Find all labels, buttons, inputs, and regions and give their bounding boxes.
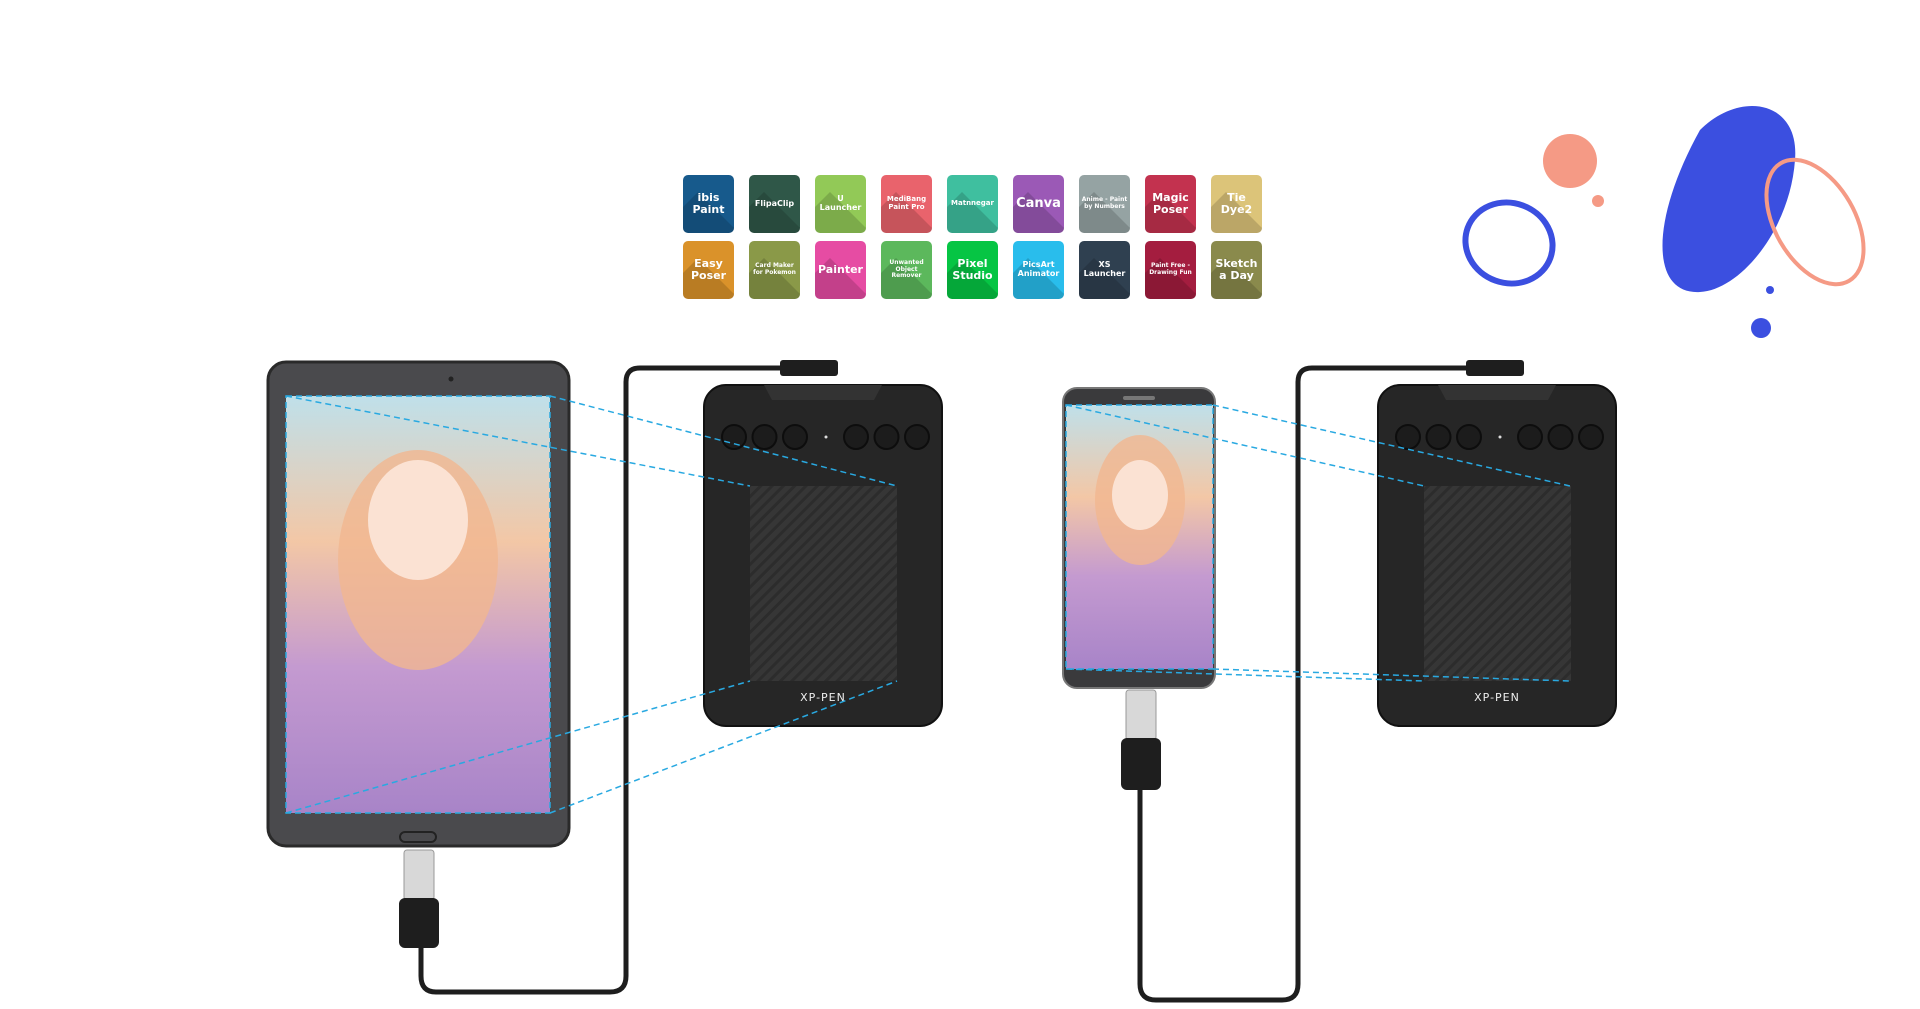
brand-logo: XP-PEN bbox=[1474, 691, 1520, 704]
app-icon-label: Canva bbox=[1016, 195, 1061, 211]
active-area bbox=[750, 486, 897, 681]
express-key bbox=[1517, 424, 1543, 450]
app-icon-label: PicsArt Animator bbox=[1017, 260, 1060, 278]
app-icon-label: Tie Dye2 bbox=[1220, 190, 1253, 216]
app-icon-label: ibis Paint bbox=[692, 190, 725, 216]
app-icon-label: Card Maker for Pokemon bbox=[753, 262, 796, 276]
app-icon-label: Matnnegar bbox=[951, 199, 994, 208]
express-key bbox=[1425, 424, 1452, 450]
app-icon-label: Painter bbox=[818, 262, 863, 276]
usb-otg-adapter-right bbox=[1121, 689, 1161, 790]
express-key bbox=[782, 424, 808, 450]
app-icon-label: Pixel Studio bbox=[952, 256, 993, 282]
express-key bbox=[873, 424, 900, 450]
decorative-blobs bbox=[1462, 106, 1866, 338]
express-key bbox=[721, 424, 747, 450]
pen-tablet-right: XP-PEN bbox=[1377, 384, 1617, 727]
active-area bbox=[1424, 486, 1571, 681]
express-key bbox=[1578, 424, 1604, 450]
app-icon-label: FlipaClip bbox=[754, 198, 795, 208]
app-icon-label: MediBang Paint Pro bbox=[886, 195, 927, 211]
product-illustration: ibis Paint FlipaClip U Launcher MediBang Pa… bbox=[0, 0, 1920, 1009]
usb-otg-adapter-left bbox=[399, 849, 439, 948]
app-icon-label: Paint Free - Drawing Fun bbox=[1149, 262, 1192, 276]
pen-tablet-left: XP-PEN bbox=[703, 384, 943, 727]
app-icon-label: Unwanted Object Remover bbox=[889, 259, 924, 280]
express-key bbox=[1395, 424, 1421, 450]
brand-logo: XP-PEN bbox=[800, 691, 846, 704]
express-key bbox=[1547, 424, 1574, 450]
express-key bbox=[904, 424, 930, 450]
app-icon-label: Easy Poser bbox=[690, 256, 727, 282]
android-phone bbox=[1062, 387, 1216, 689]
express-key bbox=[1456, 424, 1482, 450]
express-key bbox=[843, 424, 869, 450]
express-key bbox=[751, 424, 778, 450]
app-icon-label: Sketch a Day bbox=[1215, 256, 1258, 282]
app-icon-label: U Launcher bbox=[819, 194, 862, 212]
android-tablet bbox=[266, 360, 571, 848]
app-icon-label: Anime - Paint by Numbers bbox=[1081, 196, 1128, 210]
app-icon-label: Magic Poser bbox=[1152, 190, 1189, 216]
app-icon-label: XS Launcher bbox=[1083, 260, 1126, 278]
devices-illustration: XP-PEN XP-PEN bbox=[266, 106, 1866, 1003]
